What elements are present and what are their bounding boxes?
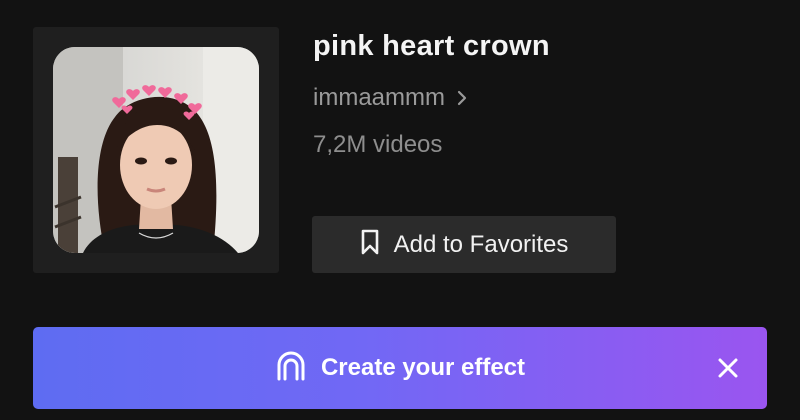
chevron-right-icon (457, 90, 467, 106)
create-effect-label: Create your effect (320, 354, 526, 381)
video-count: 7,2M videos (313, 131, 443, 158)
creator-name: immaammm (313, 84, 445, 111)
close-icon[interactable] (715, 355, 741, 381)
preview-photo (53, 47, 259, 253)
create-effect-banner[interactable]: Create your effect (33, 327, 767, 409)
effect-title: pink heart crown (313, 30, 550, 62)
effect-thumbnail-card (33, 27, 279, 273)
creator-link[interactable]: immaammm (313, 84, 467, 112)
add-to-favorites-button[interactable]: Add to Favorites (312, 216, 616, 273)
effect-preview-image[interactable] (53, 47, 259, 253)
arch-logo-icon (275, 350, 307, 387)
add-to-favorites-label: Add to Favorites (393, 230, 569, 258)
bookmark-icon (360, 229, 380, 260)
